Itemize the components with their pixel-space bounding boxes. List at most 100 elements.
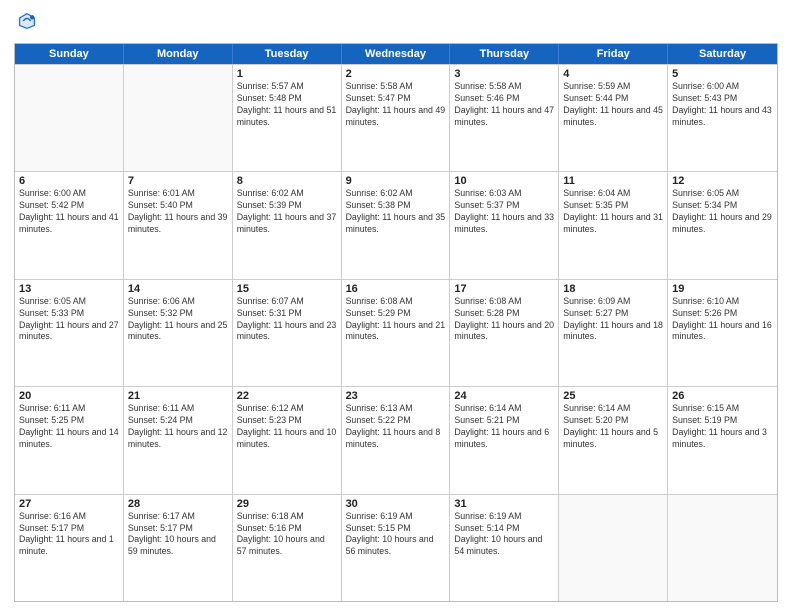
day-detail: Sunrise: 6:00 AM Sunset: 5:42 PM Dayligh… bbox=[19, 188, 119, 236]
day-detail: Sunrise: 6:10 AM Sunset: 5:26 PM Dayligh… bbox=[672, 296, 773, 344]
day-detail: Sunrise: 6:05 AM Sunset: 5:34 PM Dayligh… bbox=[672, 188, 773, 236]
day-detail: Sunrise: 5:59 AM Sunset: 5:44 PM Dayligh… bbox=[563, 81, 663, 129]
empty-cell-4-6 bbox=[668, 495, 777, 601]
calendar-row-2: 13Sunrise: 6:05 AM Sunset: 5:33 PM Dayli… bbox=[15, 279, 777, 386]
empty-cell-0-0 bbox=[15, 65, 124, 171]
day-cell-19: 19Sunrise: 6:10 AM Sunset: 5:26 PM Dayli… bbox=[668, 280, 777, 386]
day-number: 3 bbox=[454, 68, 554, 80]
logo bbox=[14, 10, 40, 37]
day-number: 25 bbox=[563, 390, 663, 402]
day-cell-30: 30Sunrise: 6:19 AM Sunset: 5:15 PM Dayli… bbox=[342, 495, 451, 601]
day-number: 11 bbox=[563, 175, 663, 187]
calendar-row-0: 1Sunrise: 5:57 AM Sunset: 5:48 PM Daylig… bbox=[15, 64, 777, 171]
day-cell-8: 8Sunrise: 6:02 AM Sunset: 5:39 PM Daylig… bbox=[233, 172, 342, 278]
day-number: 1 bbox=[237, 68, 337, 80]
weekday-header-saturday: Saturday bbox=[668, 44, 777, 64]
day-cell-22: 22Sunrise: 6:12 AM Sunset: 5:23 PM Dayli… bbox=[233, 387, 342, 493]
day-cell-12: 12Sunrise: 6:05 AM Sunset: 5:34 PM Dayli… bbox=[668, 172, 777, 278]
day-detail: Sunrise: 6:12 AM Sunset: 5:23 PM Dayligh… bbox=[237, 403, 337, 451]
day-cell-2: 2Sunrise: 5:58 AM Sunset: 5:47 PM Daylig… bbox=[342, 65, 451, 171]
day-cell-18: 18Sunrise: 6:09 AM Sunset: 5:27 PM Dayli… bbox=[559, 280, 668, 386]
calendar-row-3: 20Sunrise: 6:11 AM Sunset: 5:25 PM Dayli… bbox=[15, 386, 777, 493]
day-cell-31: 31Sunrise: 6:19 AM Sunset: 5:14 PM Dayli… bbox=[450, 495, 559, 601]
day-cell-20: 20Sunrise: 6:11 AM Sunset: 5:25 PM Dayli… bbox=[15, 387, 124, 493]
day-cell-25: 25Sunrise: 6:14 AM Sunset: 5:20 PM Dayli… bbox=[559, 387, 668, 493]
day-detail: Sunrise: 5:58 AM Sunset: 5:47 PM Dayligh… bbox=[346, 81, 446, 129]
day-detail: Sunrise: 6:02 AM Sunset: 5:39 PM Dayligh… bbox=[237, 188, 337, 236]
day-cell-13: 13Sunrise: 6:05 AM Sunset: 5:33 PM Dayli… bbox=[15, 280, 124, 386]
day-cell-1: 1Sunrise: 5:57 AM Sunset: 5:48 PM Daylig… bbox=[233, 65, 342, 171]
day-number: 5 bbox=[672, 68, 773, 80]
calendar-body: 1Sunrise: 5:57 AM Sunset: 5:48 PM Daylig… bbox=[15, 64, 777, 601]
logo-icon bbox=[16, 10, 38, 32]
day-number: 9 bbox=[346, 175, 446, 187]
day-detail: Sunrise: 6:11 AM Sunset: 5:25 PM Dayligh… bbox=[19, 403, 119, 451]
day-detail: Sunrise: 6:09 AM Sunset: 5:27 PM Dayligh… bbox=[563, 296, 663, 344]
weekday-header-friday: Friday bbox=[559, 44, 668, 64]
day-number: 22 bbox=[237, 390, 337, 402]
day-detail: Sunrise: 6:16 AM Sunset: 5:17 PM Dayligh… bbox=[19, 511, 119, 559]
weekday-header-thursday: Thursday bbox=[450, 44, 559, 64]
weekday-header-tuesday: Tuesday bbox=[233, 44, 342, 64]
day-number: 21 bbox=[128, 390, 228, 402]
header bbox=[14, 10, 778, 37]
day-cell-24: 24Sunrise: 6:14 AM Sunset: 5:21 PM Dayli… bbox=[450, 387, 559, 493]
day-cell-3: 3Sunrise: 5:58 AM Sunset: 5:46 PM Daylig… bbox=[450, 65, 559, 171]
weekday-header-sunday: Sunday bbox=[15, 44, 124, 64]
day-cell-4: 4Sunrise: 5:59 AM Sunset: 5:44 PM Daylig… bbox=[559, 65, 668, 171]
day-cell-21: 21Sunrise: 6:11 AM Sunset: 5:24 PM Dayli… bbox=[124, 387, 233, 493]
day-number: 19 bbox=[672, 283, 773, 295]
day-cell-5: 5Sunrise: 6:00 AM Sunset: 5:43 PM Daylig… bbox=[668, 65, 777, 171]
weekday-header-monday: Monday bbox=[124, 44, 233, 64]
day-detail: Sunrise: 6:15 AM Sunset: 5:19 PM Dayligh… bbox=[672, 403, 773, 451]
day-number: 15 bbox=[237, 283, 337, 295]
day-cell-7: 7Sunrise: 6:01 AM Sunset: 5:40 PM Daylig… bbox=[124, 172, 233, 278]
day-number: 29 bbox=[237, 498, 337, 510]
day-cell-9: 9Sunrise: 6:02 AM Sunset: 5:38 PM Daylig… bbox=[342, 172, 451, 278]
day-detail: Sunrise: 5:58 AM Sunset: 5:46 PM Dayligh… bbox=[454, 81, 554, 129]
day-number: 13 bbox=[19, 283, 119, 295]
day-number: 17 bbox=[454, 283, 554, 295]
calendar-row-4: 27Sunrise: 6:16 AM Sunset: 5:17 PM Dayli… bbox=[15, 494, 777, 601]
day-number: 16 bbox=[346, 283, 446, 295]
day-detail: Sunrise: 6:14 AM Sunset: 5:20 PM Dayligh… bbox=[563, 403, 663, 451]
day-number: 30 bbox=[346, 498, 446, 510]
day-number: 14 bbox=[128, 283, 228, 295]
calendar-header: SundayMondayTuesdayWednesdayThursdayFrid… bbox=[15, 44, 777, 64]
day-number: 10 bbox=[454, 175, 554, 187]
day-detail: Sunrise: 6:11 AM Sunset: 5:24 PM Dayligh… bbox=[128, 403, 228, 451]
day-detail: Sunrise: 6:06 AM Sunset: 5:32 PM Dayligh… bbox=[128, 296, 228, 344]
weekday-header-wednesday: Wednesday bbox=[342, 44, 451, 64]
empty-cell-4-5 bbox=[559, 495, 668, 601]
day-detail: Sunrise: 6:03 AM Sunset: 5:37 PM Dayligh… bbox=[454, 188, 554, 236]
day-number: 18 bbox=[563, 283, 663, 295]
day-number: 26 bbox=[672, 390, 773, 402]
day-cell-23: 23Sunrise: 6:13 AM Sunset: 5:22 PM Dayli… bbox=[342, 387, 451, 493]
day-detail: Sunrise: 6:08 AM Sunset: 5:29 PM Dayligh… bbox=[346, 296, 446, 344]
day-detail: Sunrise: 6:00 AM Sunset: 5:43 PM Dayligh… bbox=[672, 81, 773, 129]
day-cell-28: 28Sunrise: 6:17 AM Sunset: 5:17 PM Dayli… bbox=[124, 495, 233, 601]
day-detail: Sunrise: 6:13 AM Sunset: 5:22 PM Dayligh… bbox=[346, 403, 446, 451]
day-detail: Sunrise: 6:14 AM Sunset: 5:21 PM Dayligh… bbox=[454, 403, 554, 451]
day-cell-26: 26Sunrise: 6:15 AM Sunset: 5:19 PM Dayli… bbox=[668, 387, 777, 493]
day-cell-27: 27Sunrise: 6:16 AM Sunset: 5:17 PM Dayli… bbox=[15, 495, 124, 601]
day-detail: Sunrise: 6:19 AM Sunset: 5:15 PM Dayligh… bbox=[346, 511, 446, 559]
day-number: 8 bbox=[237, 175, 337, 187]
day-cell-15: 15Sunrise: 6:07 AM Sunset: 5:31 PM Dayli… bbox=[233, 280, 342, 386]
day-number: 27 bbox=[19, 498, 119, 510]
calendar: SundayMondayTuesdayWednesdayThursdayFrid… bbox=[14, 43, 778, 602]
day-number: 31 bbox=[454, 498, 554, 510]
day-number: 12 bbox=[672, 175, 773, 187]
day-number: 6 bbox=[19, 175, 119, 187]
day-cell-17: 17Sunrise: 6:08 AM Sunset: 5:28 PM Dayli… bbox=[450, 280, 559, 386]
day-detail: Sunrise: 6:02 AM Sunset: 5:38 PM Dayligh… bbox=[346, 188, 446, 236]
day-number: 24 bbox=[454, 390, 554, 402]
calendar-row-1: 6Sunrise: 6:00 AM Sunset: 5:42 PM Daylig… bbox=[15, 171, 777, 278]
day-detail: Sunrise: 6:01 AM Sunset: 5:40 PM Dayligh… bbox=[128, 188, 228, 236]
day-detail: Sunrise: 6:19 AM Sunset: 5:14 PM Dayligh… bbox=[454, 511, 554, 559]
day-number: 28 bbox=[128, 498, 228, 510]
day-cell-16: 16Sunrise: 6:08 AM Sunset: 5:29 PM Dayli… bbox=[342, 280, 451, 386]
day-detail: Sunrise: 6:17 AM Sunset: 5:17 PM Dayligh… bbox=[128, 511, 228, 559]
day-detail: Sunrise: 6:08 AM Sunset: 5:28 PM Dayligh… bbox=[454, 296, 554, 344]
day-cell-11: 11Sunrise: 6:04 AM Sunset: 5:35 PM Dayli… bbox=[559, 172, 668, 278]
